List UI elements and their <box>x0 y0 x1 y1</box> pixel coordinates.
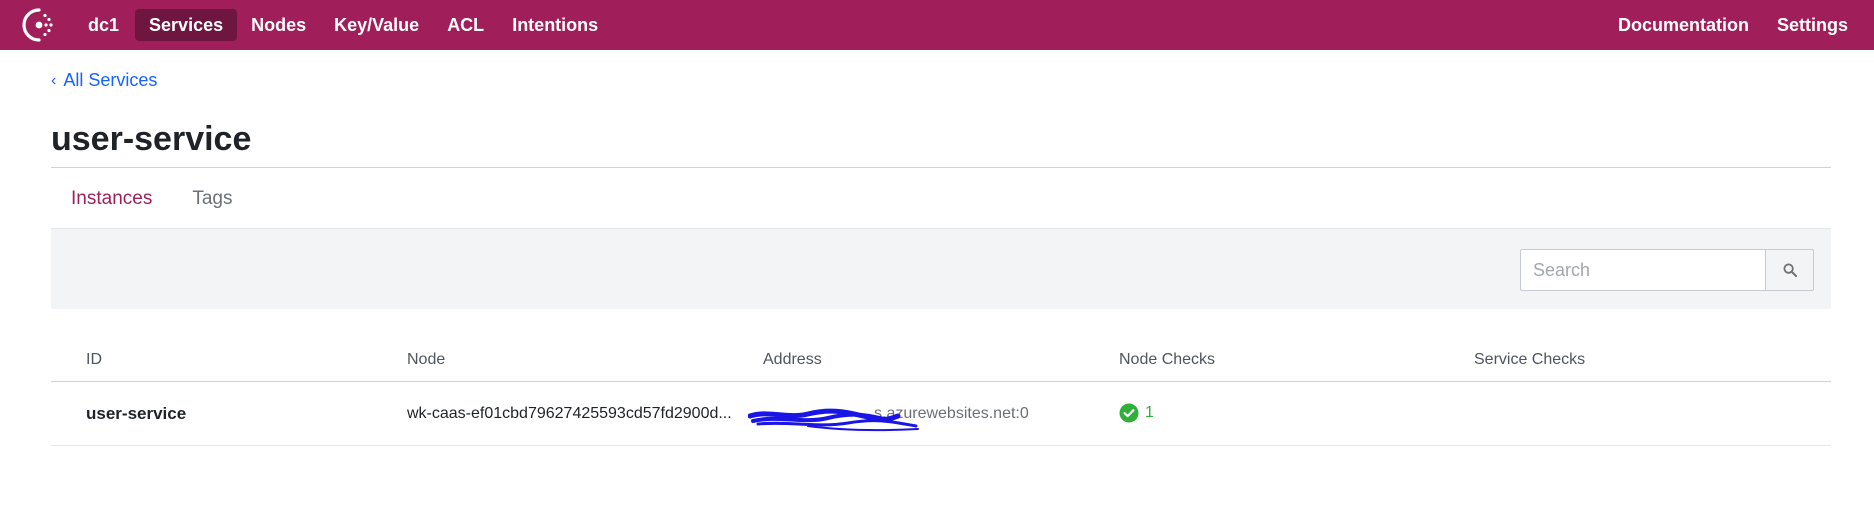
nav-intentions[interactable]: Intentions <box>498 9 612 41</box>
column-header-id[interactable]: ID <box>86 351 102 369</box>
search-box <box>1520 249 1814 291</box>
title-divider <box>51 167 1831 168</box>
breadcrumb-all-services[interactable]: All Services <box>63 70 157 91</box>
nav-acl[interactable]: ACL <box>433 9 498 41</box>
column-header-node[interactable]: Node <box>407 351 445 369</box>
tab-instances[interactable]: Instances <box>51 168 173 230</box>
node-checks-cell: 1 <box>1119 403 1154 423</box>
nav-documentation[interactable]: Documentation <box>1604 9 1763 41</box>
column-header-address[interactable]: Address <box>763 351 822 369</box>
search-icon <box>1783 263 1797 277</box>
nav-key-value[interactable]: Key/Value <box>320 9 433 41</box>
node-checks-passing-count: 1 <box>1145 404 1154 421</box>
nav-services[interactable]: Services <box>135 9 238 41</box>
nav-settings[interactable]: Settings <box>1763 9 1862 41</box>
top-nav: dc1 Services Nodes Key/Value ACL Intenti… <box>0 0 1874 50</box>
datacenter-selector[interactable]: dc1 <box>74 9 133 41</box>
instance-id[interactable]: user-service <box>86 404 186 424</box>
redaction-scribble <box>748 408 919 431</box>
column-header-service-checks[interactable]: Service Checks <box>1474 351 1585 369</box>
instance-node[interactable]: wk-caas-ef01cbd79627425593cd57fd2900d... <box>407 405 732 423</box>
breadcrumb[interactable]: ‹ All Services <box>51 70 157 91</box>
column-header-node-checks[interactable]: Node Checks <box>1119 351 1215 369</box>
consul-logo-icon[interactable] <box>20 6 58 44</box>
filter-bar <box>51 229 1831 309</box>
table-row-divider <box>51 445 1831 446</box>
search-button[interactable] <box>1765 249 1814 291</box>
nav-nodes[interactable]: Nodes <box>237 9 320 41</box>
page-title: user-service <box>51 120 252 158</box>
tab-bar: Instances Tags <box>51 168 252 230</box>
search-input[interactable] <box>1520 249 1765 291</box>
tab-tags[interactable]: Tags <box>172 168 252 230</box>
chevron-left-icon: ‹ <box>51 71 57 89</box>
table-header-divider <box>51 381 1831 382</box>
check-circle-icon <box>1119 403 1139 423</box>
